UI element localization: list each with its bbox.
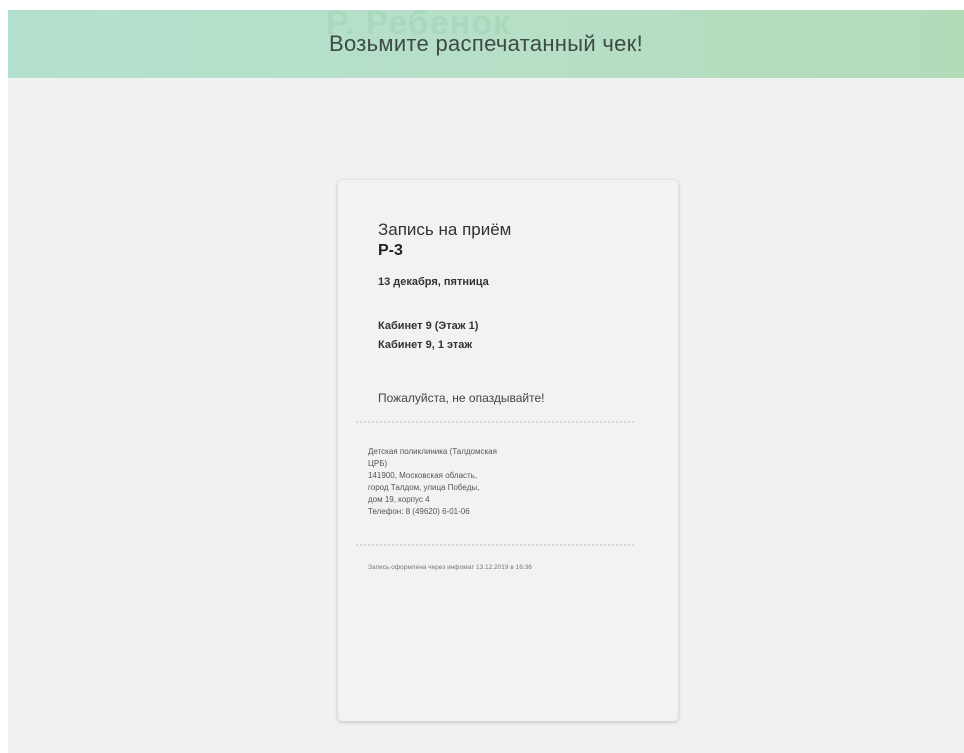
room-line-1: Кабинет 9 (Этаж 1): [378, 320, 479, 332]
dotted-divider: [356, 544, 634, 546]
dotted-divider: [356, 421, 634, 423]
clinic-address: Детская поликлиника (Талдомская ЦРБ) 141…: [368, 446, 497, 518]
kiosk-screen: Р. Ребенок Возьмите распечатанный чек! З…: [8, 10, 964, 753]
address-line: Детская поликлиника (Талдомская: [368, 447, 497, 456]
receipt-title: Запись на приём: [378, 220, 512, 239]
banner-message: Возьмите распечатанный чек!: [328, 31, 644, 56]
receipt-footer: Запись оформлена через инфомат 13.12.201…: [368, 564, 532, 571]
ticket-code: Р-3: [378, 242, 403, 259]
appointment-date: 13 декабря, пятница: [378, 276, 489, 288]
clinic-phone: Телефон: 8 (49620) 6-01-06: [368, 507, 470, 516]
room-line-2: Кабинет 9, 1 этаж: [378, 339, 473, 351]
address-line: дом 19, корпус 4: [368, 495, 430, 504]
address-line: город Талдом, улица Победы,: [368, 483, 480, 492]
notification-banner: Р. Ребенок Возьмите распечатанный чек!: [8, 10, 964, 78]
punctuality-note: Пожалуйста, не опаздывайте!: [378, 391, 545, 405]
printed-receipt: Запись на приём Р-3 13 декабря, пятница …: [338, 180, 678, 721]
address-line: ЦРБ): [368, 459, 388, 468]
address-line: 141900, Московская область,: [368, 471, 478, 480]
